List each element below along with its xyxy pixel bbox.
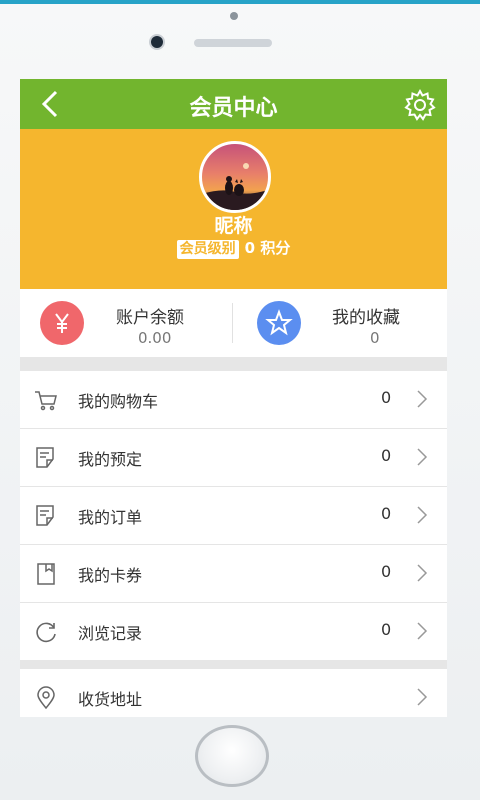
chevron-right-icon [417, 506, 428, 524]
balance-label: 账户余额 [116, 308, 184, 328]
menu-item-label: 我的订单 [78, 508, 143, 527]
page-title: 会员中心 [189, 96, 278, 121]
nickname: 昵称 [214, 215, 253, 237]
chevron-right-icon [417, 688, 428, 706]
profile-section: 昵称 会员级别 0 积分 [20, 129, 447, 289]
star-icon [257, 301, 301, 345]
menu-item-orders[interactable]: 我的订单 0 [20, 487, 447, 545]
chevron-right-icon [417, 564, 428, 582]
menu-item-count: 0 [381, 388, 392, 407]
top-bar: 会员中心 [20, 79, 447, 129]
gear-icon[interactable] [403, 88, 437, 122]
proximity-sensor [230, 12, 238, 20]
menu-item-label: 浏览记录 [78, 624, 143, 643]
member-level-row: 会员级别 0 积分 [20, 237, 447, 259]
member-level-badge: 会员级别 [176, 240, 239, 259]
address-list: 收货地址 [20, 669, 447, 717]
home-button[interactable] [195, 725, 269, 787]
balance-value: 0.00 [138, 329, 172, 347]
yen-icon [40, 301, 84, 345]
phone-frame: 会员中心 昵称 会员级别 0 积分 账户余额 0.00 我的收藏 0 我的购物车… [0, 0, 480, 800]
menu-list: 我的购物车 0 我的预定 0 我的订单 0 我的卡券 0 浏览记录 0 [20, 371, 447, 660]
front-camera [151, 36, 163, 48]
note-icon [36, 505, 54, 526]
cart-icon [35, 391, 57, 411]
avatar[interactable] [199, 141, 271, 213]
menu-item-reservation[interactable]: 我的预定 0 [20, 429, 447, 487]
favorites-label: 我的收藏 [332, 308, 400, 328]
card-icon [37, 563, 55, 585]
note-icon [36, 447, 54, 468]
menu-item-label: 收货地址 [78, 690, 143, 709]
menu-item-address[interactable]: 收货地址 [20, 669, 447, 717]
account-stats: 账户余额 0.00 我的收藏 0 [20, 289, 447, 357]
chevron-right-icon [417, 390, 428, 408]
menu-item-count: 0 [381, 504, 392, 523]
menu-item-cart[interactable]: 我的购物车 0 [20, 371, 447, 429]
menu-item-count: 0 [381, 446, 392, 465]
menu-item-label: 我的预定 [78, 450, 143, 469]
favorites-value: 0 [370, 329, 380, 347]
avatar-image [202, 163, 268, 210]
refresh-icon [36, 622, 56, 643]
menu-item-count: 0 [381, 620, 392, 639]
balance-stat[interactable]: 账户余额 0.00 [20, 289, 233, 357]
location-icon [37, 686, 55, 710]
menu-item-coupons[interactable]: 我的卡券 0 [20, 545, 447, 603]
stats-divider [232, 303, 233, 343]
menu-item-label: 我的卡券 [78, 566, 143, 585]
menu-item-history[interactable]: 浏览记录 0 [20, 603, 447, 660]
favorites-stat[interactable]: 我的收藏 0 [234, 289, 447, 357]
status-strip [0, 0, 480, 4]
chevron-right-icon [417, 448, 428, 466]
chevron-right-icon [417, 622, 428, 640]
earpiece-speaker [194, 39, 272, 47]
menu-item-label: 我的购物车 [78, 392, 159, 411]
app-screen: 会员中心 昵称 会员级别 0 积分 账户余额 0.00 我的收藏 0 我的购物车… [20, 79, 447, 717]
points-text: 0 积分 [244, 239, 291, 257]
menu-item-count: 0 [381, 562, 392, 581]
